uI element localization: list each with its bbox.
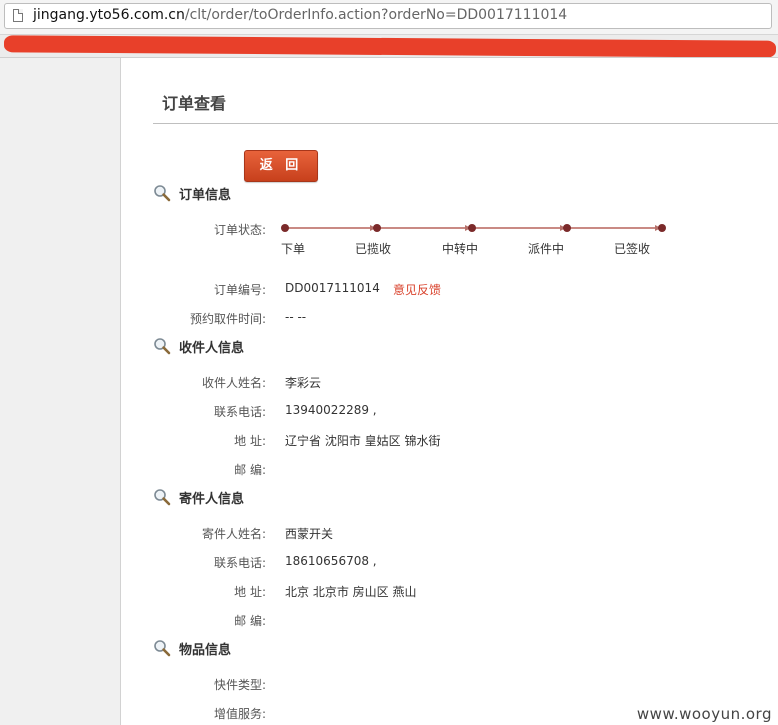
step-label-1: 下单 [281,242,306,256]
url-text: jingang.yto56.com.cn/clt/order/toOrderIn… [33,7,567,23]
url-host: jingang.yto56.com.cn [33,7,185,23]
progress-dot-1 [281,224,289,232]
progress-dot-4 [563,224,571,232]
sender-zip-label: 邮 编: [234,614,266,628]
step-label-3: 中转中 [442,242,479,256]
goods-type-label: 快件类型: [213,678,266,692]
receiver-address-value: 辽宁省 沈阳市 皇姑区 锦水街 [285,434,441,448]
receiver-name-value: 李彩云 [285,376,322,390]
page-icon [13,9,23,22]
section-title: 订单信息 [179,188,232,203]
step-label-5: 已签收 [614,242,651,256]
section-title: 收件人信息 [179,341,245,356]
pickup-time-label: 预约取件时间: [189,312,266,326]
page-title: 订单查看 [162,94,227,113]
receiver-phone-label: 联系电话: [213,405,266,419]
order-no-value: DD0017111014 [285,281,380,295]
step-label-2: 已揽收 [355,242,392,256]
progress-dot-3 [468,224,476,232]
magnifier-icon [154,489,171,506]
goods-service-label: 增值服务: [213,707,266,721]
redaction-mark [3,35,777,57]
url-path: /clt/order/toOrderInfo.action?orderNo=DD… [184,7,568,23]
progress-dot-5 [658,224,666,232]
sender-name-value: 西蒙开关 [285,527,334,541]
magnifier-icon [154,185,171,202]
step-label-4: 派件中 [528,242,565,256]
feedback-link[interactable]: 意见反馈 [393,281,441,298]
watermark-text: www.wooyun.org [636,705,772,723]
main-content [121,58,778,725]
title-divider [153,123,778,124]
receiver-address-label: 地 址: [234,434,266,448]
section-title: 物品信息 [179,643,232,658]
sender-address-label: 地 址: [234,585,266,599]
browser-address-bar: jingang.yto56.com.cn/clt/order/toOrderIn… [0,0,778,35]
progress-dot-2 [373,224,381,232]
section-title: 寄件人信息 [179,492,245,507]
bookmarks-bar [0,35,778,58]
order-progress-track [281,224,666,232]
left-sidebar [0,58,121,725]
order-status-label: 订单状态: [213,223,266,237]
receiver-zip-label: 邮 编: [234,463,266,477]
sender-name-label: 寄件人姓名: [201,527,266,541]
receiver-name-label: 收件人姓名: [201,376,266,390]
receiver-phone-value: 13940022289 , [285,403,377,417]
pickup-time-value: -- -- [285,310,307,324]
sender-address-value: 北京 北京市 房山区 燕山 [285,585,417,599]
back-button[interactable]: 返 回 [244,150,318,182]
url-field[interactable]: jingang.yto56.com.cn/clt/order/toOrderIn… [4,3,772,29]
order-no-label: 订单编号: [213,283,266,297]
sender-phone-label: 联系电话: [213,556,266,570]
magnifier-icon [154,640,171,657]
magnifier-icon [154,338,171,355]
sender-phone-value: 18610656708 , [285,554,377,568]
